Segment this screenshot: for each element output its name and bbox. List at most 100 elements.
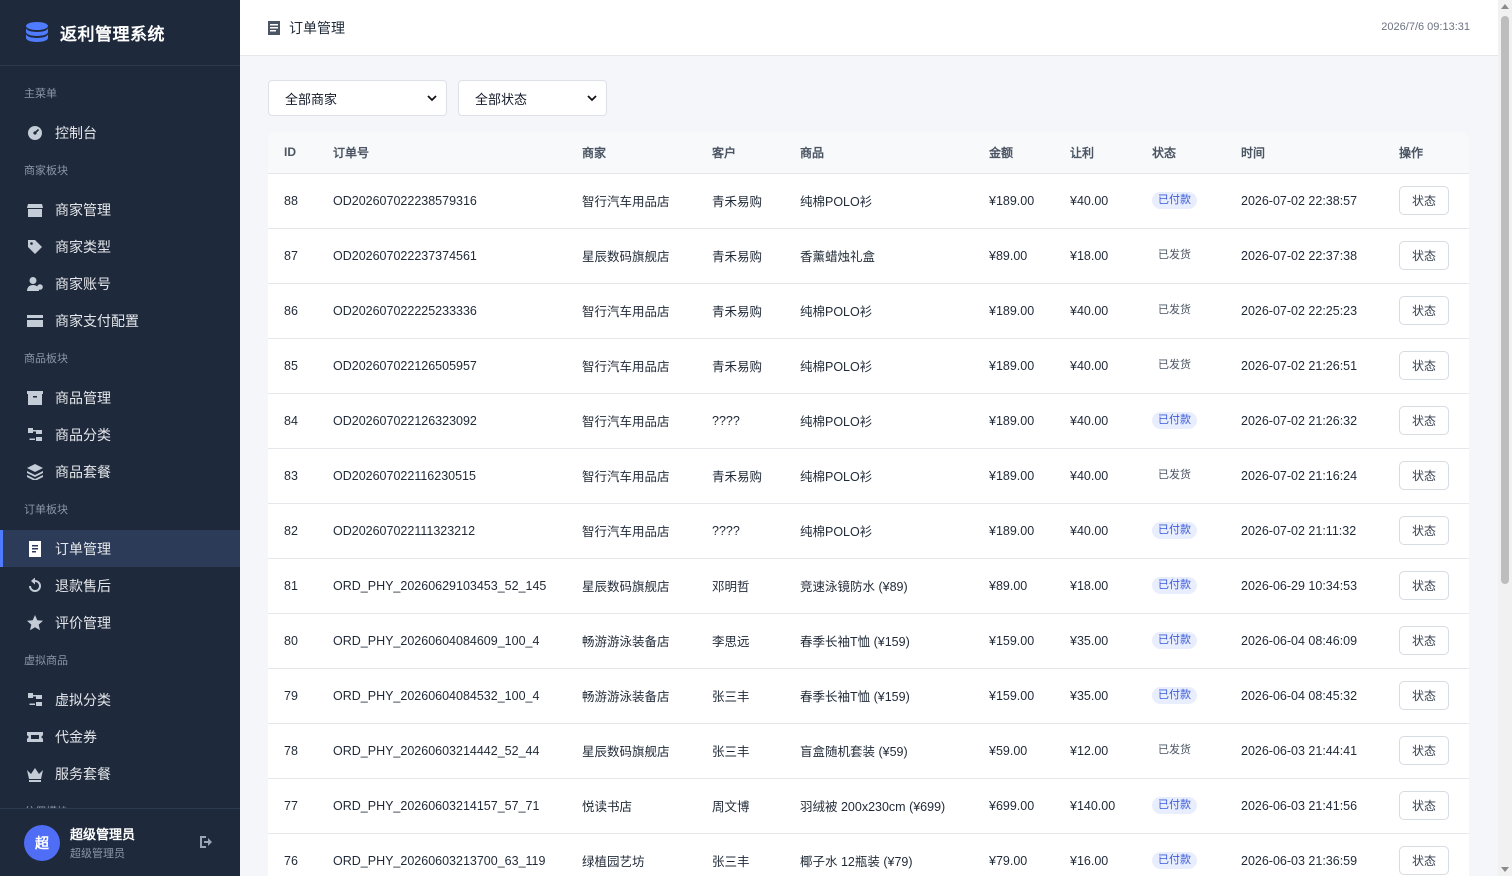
page-title: 订单管理 [289,19,345,36]
sidebar-nav: 主菜单 控制台 商家板块 商家管理 商家类型 商家账号 商家支付配置 商品板块 商品管理 商品分类… [0,66,240,808]
cell-status: 已发货 [1152,723,1241,779]
sidebar-item[interactable]: 商品管理 [0,379,240,416]
cell-id: 78 [268,723,333,779]
table-row: 80 ORD_PHY_20260604084609_100_4 畅游游泳装备店 李思远… [268,613,1469,669]
cell-merchant: 智行汽车用品店 [582,338,712,394]
cell-product: 羽绒被 200x230cm (¥699) [800,778,989,834]
cell-order-no: ORD_PHY_20260604084532_100_4 [333,668,582,724]
datetime: 2026/7/6 09:13:31 [1381,21,1470,33]
cell-customer: 青禾易购 [712,448,800,504]
cell-merchant: 绿植园艺坊 [582,833,712,876]
cell-rebate: ¥35.00 [1070,668,1152,724]
avatar[interactable]: 超 [24,824,60,861]
sidebar-item-label: 虚拟分类 [55,691,111,708]
cell-order-no: OD202607022225233336 [333,283,582,339]
star-icon [26,614,44,632]
column-header: 操作 [1399,132,1469,174]
status-button[interactable]: 状态 [1399,406,1449,435]
column-header: 状态 [1152,132,1241,174]
cell-order-no: ORD_PHY_20260603214157_57_71 [333,778,582,834]
cell-action: 状态 [1399,283,1469,339]
sidebar-item-label: 控制台 [55,124,97,141]
status-badge: 已付款 [1152,412,1197,429]
cell-id: 83 [268,448,333,504]
sidebar-item[interactable]: 商品套餐 [0,453,240,490]
sidebar-item[interactable]: 代金券 [0,718,240,755]
sidebar-item[interactable]: 商家类型 [0,228,240,265]
status-button[interactable]: 状态 [1399,296,1449,325]
cell-rebate: ¥40.00 [1070,283,1152,339]
scroll-up-arrow-icon[interactable] [1501,4,1509,9]
cell-order-no: ORD_PHY_20260603213700_63_119 [333,833,582,876]
cell-time: 2026-07-02 22:37:38 [1241,228,1399,284]
scroll-thumb[interactable] [1501,16,1509,584]
sidebar-item[interactable]: 商家管理 [0,191,240,228]
cell-time: 2026-07-02 21:26:32 [1241,393,1399,449]
status-button[interactable]: 状态 [1399,626,1449,655]
brand[interactable]: 返利管理系统 [0,0,240,66]
cell-action: 状态 [1399,668,1469,724]
status-button[interactable]: 状态 [1399,681,1449,710]
cell-status: 已付款 [1152,173,1241,229]
sidebar-item-label: 订单管理 [55,540,111,557]
sidebar-item-label: 商品管理 [55,389,111,406]
sidebar-item[interactable]: 退款售后 [0,567,240,604]
cell-status: 已付款 [1152,393,1241,449]
cell-customer: 青禾易购 [712,173,800,229]
logout-icon[interactable] [198,834,216,852]
cell-merchant: 悦读书店 [582,778,712,834]
user-gear-icon [26,275,44,293]
cell-id: 85 [268,338,333,394]
cell-order-no: OD202607022126505957 [333,338,582,394]
sidebar-item[interactable]: 评价管理 [0,604,240,641]
scroll-down-arrow-icon[interactable] [1501,867,1509,872]
sidebar-item[interactable]: 控制台 [0,114,240,151]
cell-status: 已发货 [1152,448,1241,504]
cell-merchant: 畅游游泳装备店 [582,613,712,669]
receipt-icon [26,540,44,558]
nav-gap [0,490,240,502]
cell-time: 2026-06-29 10:34:53 [1241,558,1399,614]
status-button[interactable]: 状态 [1399,846,1449,875]
cell-rebate: ¥35.00 [1070,613,1152,669]
cell-amount: ¥189.00 [989,338,1070,394]
status-button[interactable]: 状态 [1399,461,1449,490]
cell-rebate: ¥140.00 [1070,778,1152,834]
cell-status: 已发货 [1152,283,1241,339]
status-button[interactable]: 状态 [1399,351,1449,380]
cell-merchant: 智行汽车用品店 [582,503,712,559]
status-button[interactable]: 状态 [1399,241,1449,270]
status-select[interactable]: 全部状态 [458,80,607,116]
crown-icon [26,765,44,783]
cell-product: 纯棉POLO衫 [800,283,989,339]
chevron-down-icon [587,95,597,102]
status-button[interactable]: 状态 [1399,571,1449,600]
cell-time: 2026-06-04 08:45:32 [1241,668,1399,724]
sidebar-item[interactable]: 商品分类 [0,416,240,453]
scrollbar[interactable] [1498,0,1512,876]
cell-time: 2026-07-02 22:25:23 [1241,283,1399,339]
table-row: 79 ORD_PHY_20260604084532_100_4 畅游游泳装备店 张三丰… [268,668,1469,724]
cell-customer: ???? [712,393,800,449]
sidebar-item[interactable]: 虚拟分类 [0,681,240,718]
status-button[interactable]: 状态 [1399,736,1449,765]
cell-product: 纯棉POLO衫 [800,393,989,449]
merchant-select[interactable]: 全部商家 [268,80,447,116]
status-button[interactable]: 状态 [1399,186,1449,215]
status-badge: 已付款 [1152,192,1197,209]
sidebar-item[interactable]: 服务套餐 [0,755,240,792]
sidebar-item[interactable]: 商家支付配置 [0,302,240,339]
sidebar-item-label: 商品套餐 [55,463,111,480]
cell-product: 纯棉POLO衫 [800,338,989,394]
sidebar-item-label: 商品分类 [55,426,111,443]
sidebar-item[interactable]: 商家账号 [0,265,240,302]
cell-amount: ¥189.00 [989,283,1070,339]
status-badge: 已付款 [1152,687,1197,704]
cell-id: 87 [268,228,333,284]
cell-order-no: OD202607022238579316 [333,173,582,229]
sidebar-item[interactable]: 订单管理 [0,530,240,567]
table-row: 77 ORD_PHY_20260603214157_57_71 悦读书店 周文博 羽绒被… [268,778,1469,834]
status-button[interactable]: 状态 [1399,516,1449,545]
status-button[interactable]: 状态 [1399,791,1449,820]
cell-merchant: 智行汽车用品店 [582,393,712,449]
